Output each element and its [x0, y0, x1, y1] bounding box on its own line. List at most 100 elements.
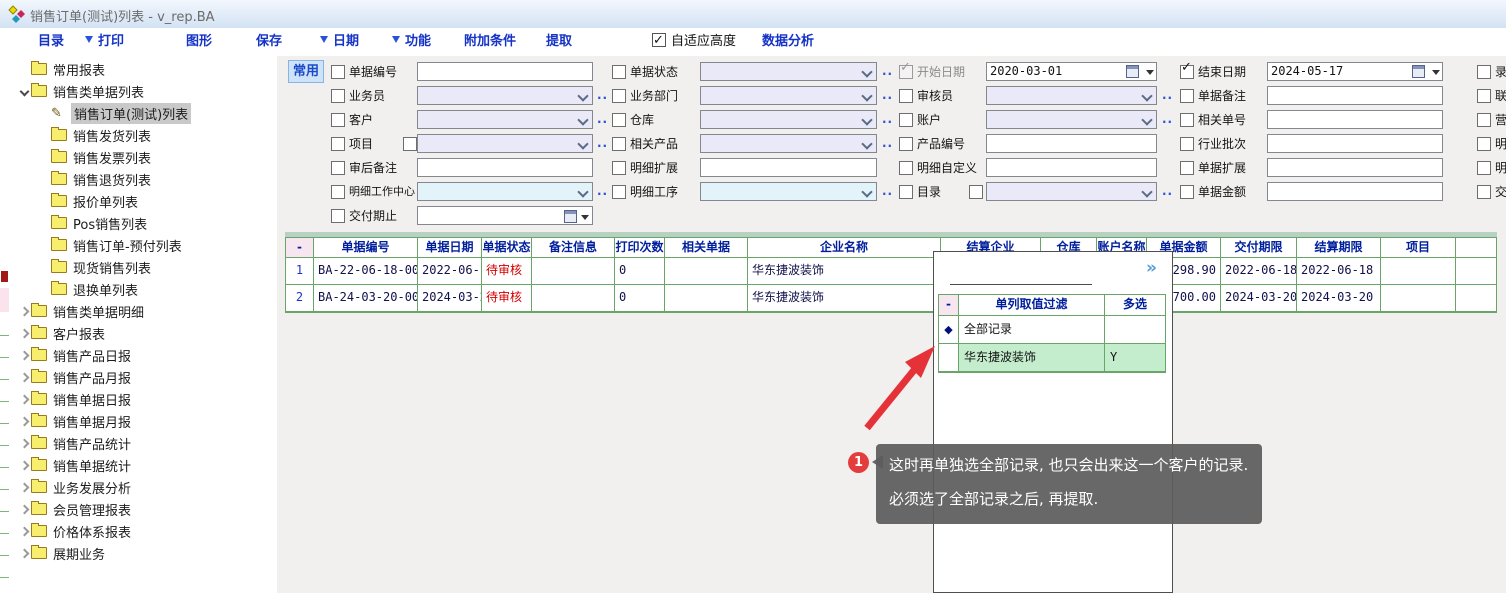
sidebar-item[interactable]: Pos销售列表	[11, 212, 277, 234]
column-header[interactable]: 相关单据	[665, 238, 748, 258]
cell-status[interactable]: 待审核	[482, 258, 532, 285]
cell-doc-date[interactable]: 2024-03-20	[418, 285, 482, 312]
filter-checkbox[interactable]	[1477, 185, 1491, 199]
sidebar-item[interactable]: 销售产品日报	[11, 344, 277, 366]
column-header[interactable]: 备注信息	[532, 238, 615, 258]
sidebar-item[interactable]: 客户报表	[11, 322, 277, 344]
filter-text-input[interactable]	[700, 158, 877, 177]
range-dots-button[interactable]: ..	[882, 88, 893, 102]
chevron-right-icon[interactable]	[19, 306, 29, 316]
popup-header-title[interactable]: 单列取值过滤	[959, 295, 1105, 316]
filter-checkbox[interactable]	[612, 185, 626, 199]
column-header[interactable]: -	[286, 238, 314, 258]
filter-checkbox[interactable]	[331, 161, 345, 175]
sidebar-item[interactable]: 销售退货列表	[11, 168, 277, 190]
sidebar-item[interactable]: 业务发展分析	[11, 476, 277, 498]
sidebar-item[interactable]: 销售单据统计	[11, 454, 277, 476]
filter-dropdown[interactable]	[417, 110, 593, 129]
table-row[interactable]: 2 BA-24-03-20-0001 2024-03-20 待审核 0 华东捷波…	[286, 285, 1496, 312]
cell-status[interactable]: 待审核	[482, 285, 532, 312]
filter-dropdown[interactable]	[986, 182, 1157, 201]
filter-checkbox[interactable]	[331, 65, 345, 79]
quick-filter-button[interactable]: 常用	[288, 60, 324, 83]
filter-extra-checkbox[interactable]	[403, 137, 417, 151]
menu-button-save[interactable]: 保存	[256, 28, 282, 55]
double-chevron-right-icon[interactable]	[1146, 258, 1156, 278]
calendar-icon[interactable]	[1412, 65, 1425, 78]
filter-dropdown[interactable]	[986, 110, 1157, 129]
chevron-right-icon[interactable]	[19, 394, 29, 404]
range-dots-button[interactable]: ..	[882, 112, 893, 126]
filter-text-input[interactable]	[1267, 182, 1443, 201]
filter-checkbox[interactable]	[899, 89, 913, 103]
filter-dropdown[interactable]	[417, 86, 593, 105]
column-header[interactable]: 结算期限	[1297, 238, 1381, 258]
popup-option-label[interactable]: 全部记录	[959, 316, 1105, 344]
filter-dropdown[interactable]	[986, 86, 1157, 105]
range-dots-button[interactable]: ..	[882, 136, 893, 150]
filter-checkbox[interactable]	[1477, 161, 1491, 175]
filter-checkbox[interactable]	[1477, 137, 1491, 151]
cell-note[interactable]	[532, 258, 615, 285]
chevron-right-icon[interactable]	[19, 504, 29, 514]
sidebar-item[interactable]: 销售产品月报	[11, 366, 277, 388]
filter-checkbox[interactable]	[612, 137, 626, 151]
cell-company[interactable]: 华东捷波装饰	[748, 285, 941, 312]
cell-deliver-date[interactable]: 2024-03-20	[1221, 285, 1297, 312]
chevron-right-icon[interactable]	[19, 416, 29, 426]
filter-checkbox[interactable]	[331, 89, 345, 103]
sidebar-item[interactable]: 销售单据月报	[11, 410, 277, 432]
filter-text-input[interactable]	[417, 158, 593, 177]
sidebar-item[interactable]: 销售产品统计	[11, 432, 277, 454]
calendar-icon[interactable]	[1126, 65, 1139, 78]
sidebar-item[interactable]: 销售单据日报	[11, 388, 277, 410]
filter-checkbox[interactable]	[899, 137, 913, 151]
sidebar-item[interactable]: 销售订单-预付列表	[11, 234, 277, 256]
sidebar-item[interactable]: 销售发票列表	[11, 146, 277, 168]
cell-print-count[interactable]: 0	[615, 285, 665, 312]
sidebar-item-active[interactable]: ✎销售订单(测试)列表	[11, 102, 277, 124]
cell-company[interactable]: 华东捷波装饰	[748, 258, 941, 285]
sidebar-item[interactable]: 价格体系报表	[11, 520, 277, 542]
filter-text-input[interactable]	[1267, 158, 1443, 177]
filter-checkbox[interactable]	[899, 113, 913, 127]
cell-deliver-date[interactable]: 2022-06-18	[1221, 258, 1297, 285]
popup-row-customer[interactable]: 华东捷波装饰 Y	[939, 344, 1165, 372]
sidebar-item[interactable]: 常用报表	[11, 58, 277, 80]
popup-option-multi[interactable]: Y	[1105, 344, 1165, 372]
column-header[interactable]: 单据编号	[314, 238, 418, 258]
cell-project[interactable]	[1381, 258, 1456, 285]
chevron-right-icon[interactable]	[19, 482, 29, 492]
filter-checkbox[interactable]	[1180, 89, 1194, 103]
popup-option-label[interactable]: 华东捷波装饰	[959, 344, 1105, 372]
range-dots-button[interactable]: ..	[882, 184, 893, 198]
cell-note[interactable]	[532, 285, 615, 312]
cell-doc-code[interactable]: BA-22-06-18-0002	[314, 258, 418, 285]
sidebar-item[interactable]: 会员管理报表	[11, 498, 277, 520]
chevron-right-icon[interactable]	[19, 350, 29, 360]
chevron-right-icon[interactable]	[19, 372, 29, 382]
filter-checkbox[interactable]	[1180, 185, 1194, 199]
menu-button-extract[interactable]: 提取	[546, 28, 572, 55]
range-dots-button[interactable]: ..	[597, 88, 608, 102]
filter-checkbox[interactable]	[1477, 89, 1491, 103]
range-dots-button[interactable]: ..	[1162, 184, 1173, 198]
filter-dropdown[interactable]	[417, 134, 593, 153]
cell-print-count[interactable]: 0	[615, 258, 665, 285]
cell-settle-date[interactable]: 2022-06-18	[1297, 258, 1381, 285]
chevron-right-icon[interactable]	[19, 438, 29, 448]
filter-checkbox[interactable]	[612, 65, 626, 79]
filter-checkbox[interactable]	[331, 113, 345, 127]
range-dots-button[interactable]: ..	[597, 184, 608, 198]
column-header[interactable]: 单据日期	[418, 238, 482, 258]
menu-button-date[interactable]: 日期	[320, 28, 359, 55]
filter-text-input[interactable]	[986, 158, 1157, 177]
column-header[interactable]: 打印次数	[615, 238, 665, 258]
filter-text-input[interactable]	[986, 134, 1157, 153]
range-dots-button[interactable]: ..	[882, 64, 893, 78]
autofit-height-checkbox[interactable]: 自适应高度	[652, 28, 736, 55]
sidebar-item[interactable]: 销售类单据明细	[11, 300, 277, 322]
cell-related[interactable]	[665, 258, 748, 285]
sidebar-item-expanded[interactable]: 销售类单据列表	[11, 80, 277, 102]
filter-dropdown[interactable]	[417, 182, 593, 201]
